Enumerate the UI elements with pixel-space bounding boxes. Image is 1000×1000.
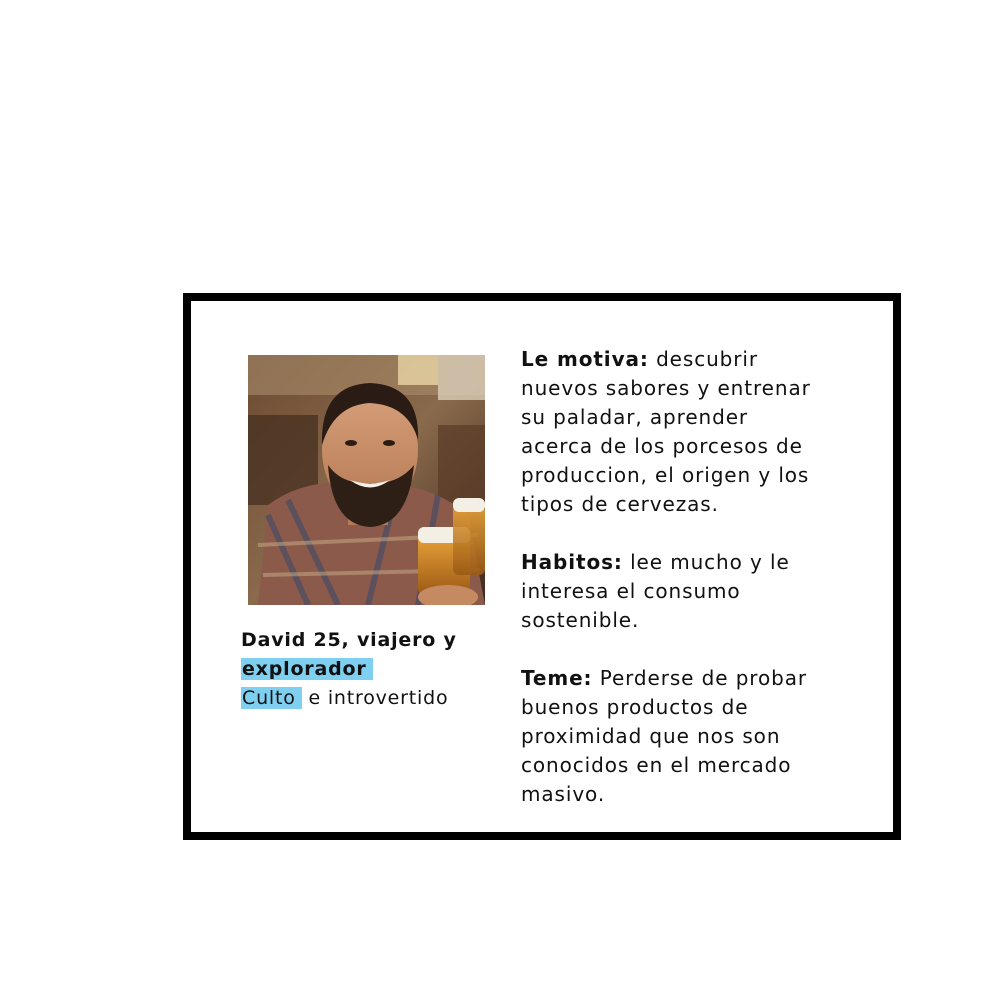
persona-caption: David 25, viajero y explorador Culto e i… bbox=[241, 626, 501, 713]
section-text: descubrir nuevos sabores y entrenar su p… bbox=[521, 347, 811, 516]
section-label: Habitos: bbox=[521, 550, 623, 574]
section-motivation: Le motiva: descubrir nuevos sabores y en… bbox=[521, 345, 861, 519]
persona-trait: e introvertido bbox=[301, 687, 449, 709]
highlight-explorador: explorador bbox=[241, 658, 373, 680]
persona-name-line: David 25, viajero y bbox=[241, 629, 457, 651]
section-fears: Teme: Perderse de probar buenos producto… bbox=[521, 664, 861, 809]
section-label: Le motiva: bbox=[521, 347, 649, 371]
section-label: Teme: bbox=[521, 666, 593, 690]
persona-photo bbox=[248, 355, 485, 605]
section-habits: Habitos: lee mucho y le interesa el cons… bbox=[521, 548, 861, 635]
persona-details: Le motiva: descubrir nuevos sabores y en… bbox=[521, 345, 861, 838]
persona-card: David 25, viajero y explorador Culto e i… bbox=[183, 293, 901, 840]
highlight-culto: Culto bbox=[241, 687, 302, 709]
